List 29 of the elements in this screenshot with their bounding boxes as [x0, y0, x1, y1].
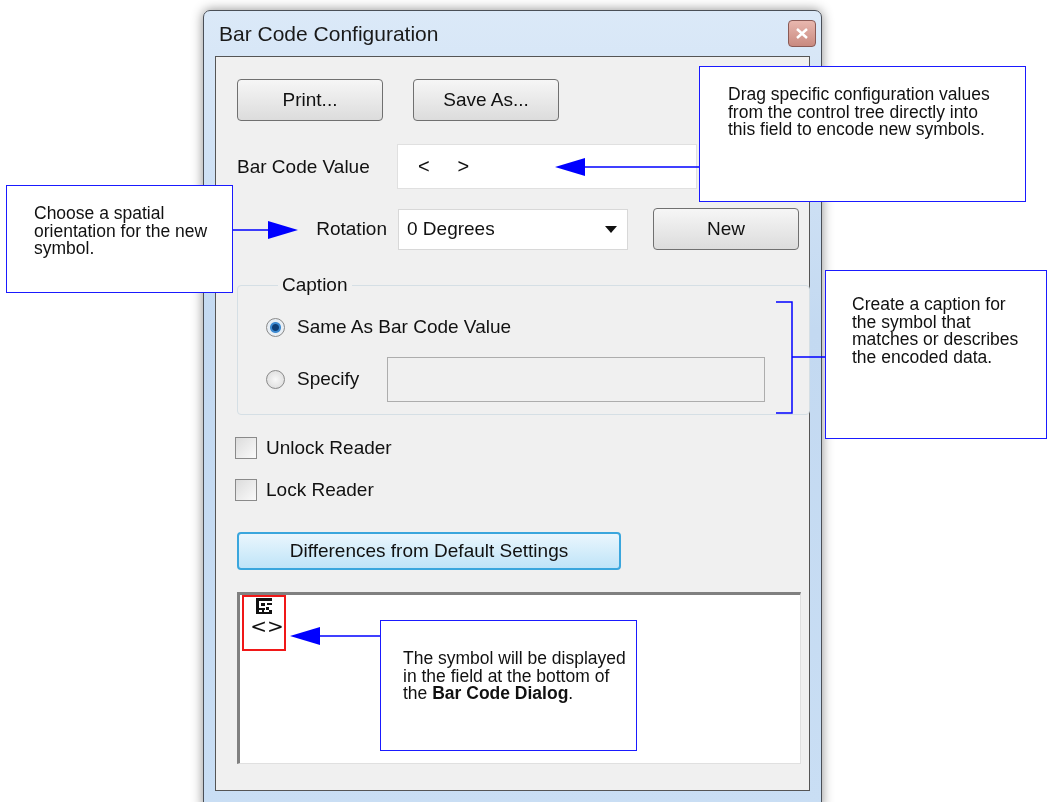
close-icon	[796, 28, 808, 39]
rotation-dropdown[interactable]: 0 Degrees	[398, 208, 628, 250]
checkbox-label: Lock Reader	[266, 479, 374, 501]
differences-button[interactable]: Differences from Default Settings	[237, 532, 621, 570]
dialog-button[interactable]: Save As...	[413, 79, 559, 121]
radio-button[interactable]	[266, 369, 285, 389]
close-button[interactable]	[788, 20, 816, 47]
group-title: Caption	[281, 274, 349, 296]
callout-note: The symbol will be displayed in the field at the bottom of the Bar Code Dialog.	[380, 620, 637, 751]
checkbox[interactable]	[235, 479, 257, 501]
radio-label: Same As Bar Code Value	[297, 316, 513, 338]
arrow	[232, 221, 298, 239]
window-title: Bar Code Configuration	[218, 21, 439, 46]
callout-note: Create a caption for the symbol that matches or describes the encoded data.	[825, 270, 1047, 439]
callout-note: Choose a spatial orientation for the new symbol.	[6, 185, 233, 293]
dialog-button[interactable]: Print...	[237, 79, 383, 121]
callout-note: Drag specific configuration values from the control tree directly into this field to encode new symbols.	[699, 66, 1026, 202]
checkbox-label: Unlock Reader	[266, 437, 392, 459]
bar-code-value-field[interactable]: < >	[397, 144, 697, 189]
new-button[interactable]: New	[653, 208, 799, 250]
radio-label: Specify	[297, 368, 361, 390]
symbol-text: <>	[250, 614, 284, 638]
caption-text-field[interactable]	[387, 356, 765, 402]
radio-button[interactable]	[266, 317, 285, 337]
field-label: Rotation	[316, 218, 387, 240]
dropdown-caret-icon	[605, 225, 617, 233]
checkbox[interactable]	[235, 437, 257, 459]
field-label: Bar Code Value	[237, 155, 371, 178]
barcode-icon	[256, 598, 272, 614]
